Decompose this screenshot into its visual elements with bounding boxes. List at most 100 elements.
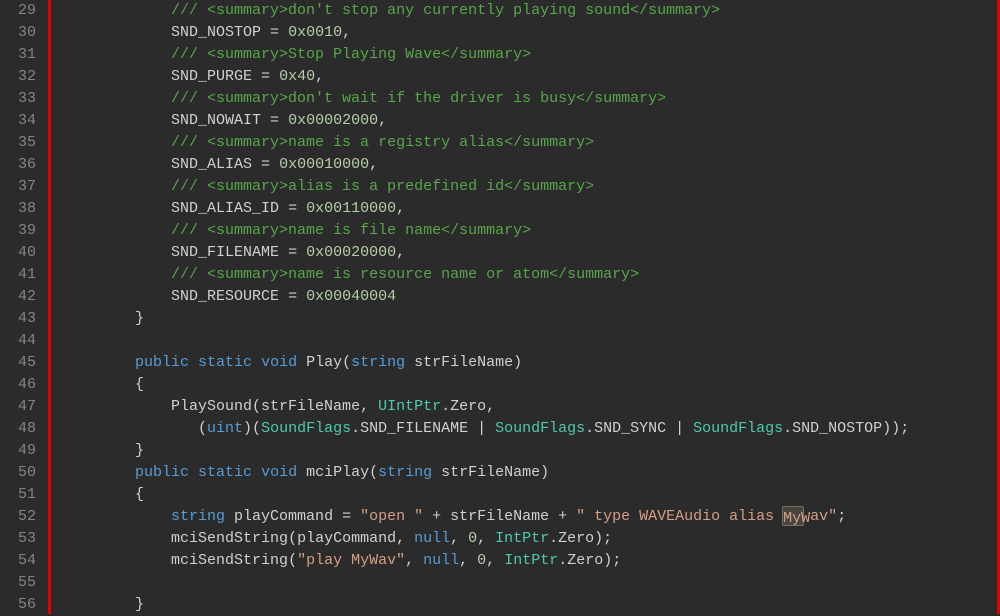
token-kw: public bbox=[135, 354, 189, 371]
code-line[interactable]: mciSendString(playCommand, null, 0, IntP… bbox=[51, 528, 997, 550]
line-number: 54 bbox=[6, 550, 36, 572]
code-line[interactable]: /// <summary>name is resource name or at… bbox=[51, 264, 997, 286]
code-line[interactable]: (uint)(SoundFlags.SND_FILENAME | SoundFl… bbox=[51, 418, 997, 440]
token-kw: static bbox=[198, 464, 252, 481]
token-cls: IntPtr bbox=[495, 530, 549, 547]
token-id: .Zero); bbox=[558, 552, 621, 569]
token-id bbox=[63, 266, 171, 283]
token-str: " type WAVEAudio alias bbox=[576, 508, 783, 525]
line-number: 38 bbox=[6, 198, 36, 220]
line-number: 34 bbox=[6, 110, 36, 132]
token-id: , bbox=[405, 552, 423, 569]
code-line[interactable]: SND_NOSTOP = 0x0010, bbox=[51, 22, 997, 44]
line-number: 31 bbox=[6, 44, 36, 66]
code-line[interactable]: PlaySound(strFileName, UIntPtr.Zero, bbox=[51, 396, 997, 418]
line-number: 47 bbox=[6, 396, 36, 418]
token-id: = bbox=[279, 288, 306, 305]
token-id bbox=[297, 464, 306, 481]
token-id: , bbox=[486, 552, 504, 569]
token-id: ( bbox=[63, 420, 207, 437]
token-id: , bbox=[315, 68, 324, 85]
token-cls: UIntPtr bbox=[378, 398, 441, 415]
code-line[interactable]: SND_ALIAS_ID = 0x00110000, bbox=[51, 198, 997, 220]
token-kw: void bbox=[261, 354, 297, 371]
token-id: SND_ALIAS bbox=[171, 156, 252, 173]
code-line[interactable]: mciSendString("play MyWav", null, 0, Int… bbox=[51, 550, 997, 572]
token-id bbox=[63, 112, 171, 129]
line-number: 48 bbox=[6, 418, 36, 440]
token-id bbox=[63, 398, 171, 415]
line-number: 39 bbox=[6, 220, 36, 242]
line-number: 36 bbox=[6, 154, 36, 176]
code-line[interactable]: SND_RESOURCE = 0x00040004 bbox=[51, 286, 997, 308]
token-num: 0x00010000 bbox=[279, 156, 369, 173]
token-id bbox=[189, 354, 198, 371]
line-number: 33 bbox=[6, 88, 36, 110]
token-id: = bbox=[279, 200, 306, 217]
code-line[interactable]: public static void mciPlay(string strFil… bbox=[51, 462, 997, 484]
token-id: } bbox=[63, 442, 144, 459]
token-id: } bbox=[63, 310, 144, 327]
token-id: .SND_NOSTOP)); bbox=[783, 420, 909, 437]
token-id: ( bbox=[342, 354, 351, 371]
line-number: 42 bbox=[6, 286, 36, 308]
code-line[interactable]: SND_ALIAS = 0x00010000, bbox=[51, 154, 997, 176]
token-id: , bbox=[342, 24, 351, 41]
token-str: "open " bbox=[360, 508, 423, 525]
token-id bbox=[297, 354, 306, 371]
token-fn: mciSendString bbox=[171, 530, 288, 547]
code-area[interactable]: /// <summary>don't stop any currently pl… bbox=[48, 0, 1000, 614]
code-line[interactable]: /// <summary>name is a registry alias</s… bbox=[51, 132, 997, 154]
code-line[interactable] bbox=[51, 572, 997, 594]
token-cls: IntPtr bbox=[504, 552, 558, 569]
code-line[interactable]: /// <summary>name is file name</summary> bbox=[51, 220, 997, 242]
token-id: = bbox=[279, 244, 306, 261]
token-id: { bbox=[63, 486, 144, 503]
token-id: = bbox=[261, 24, 288, 41]
token-id: = bbox=[252, 156, 279, 173]
token-id bbox=[63, 464, 135, 481]
code-line[interactable]: SND_FILENAME = 0x00020000, bbox=[51, 242, 997, 264]
token-id bbox=[63, 244, 171, 261]
token-id: ( bbox=[288, 552, 297, 569]
code-line[interactable]: string playCommand = "open " + strFileNa… bbox=[51, 506, 997, 528]
code-line[interactable]: } bbox=[51, 308, 997, 330]
code-line[interactable]: /// <summary>alias is a predefined id</s… bbox=[51, 176, 997, 198]
token-id: playCommand = bbox=[225, 508, 360, 525]
token-id bbox=[63, 552, 171, 569]
code-line[interactable]: SND_PURGE = 0x40, bbox=[51, 66, 997, 88]
code-line[interactable]: } bbox=[51, 440, 997, 462]
code-line[interactable] bbox=[51, 330, 997, 352]
token-kw: public bbox=[135, 464, 189, 481]
line-number: 43 bbox=[6, 308, 36, 330]
line-number: 35 bbox=[6, 132, 36, 154]
token-id: = bbox=[252, 68, 279, 85]
code-line[interactable]: SND_NOWAIT = 0x00002000, bbox=[51, 110, 997, 132]
token-num: 0x00110000 bbox=[306, 200, 396, 217]
text-cursor: MyW bbox=[783, 508, 810, 522]
token-kw: string bbox=[171, 508, 225, 525]
token-kw: string bbox=[351, 354, 405, 371]
code-line[interactable]: } bbox=[51, 594, 997, 616]
line-number-gutter: 2930313233343536373839404142434445464748… bbox=[0, 0, 48, 614]
line-number: 52 bbox=[6, 506, 36, 528]
token-id bbox=[63, 530, 171, 547]
token-id bbox=[63, 156, 171, 173]
code-line[interactable]: /// <summary>don't stop any currently pl… bbox=[51, 0, 997, 22]
token-num: 0x40 bbox=[279, 68, 315, 85]
code-line[interactable]: /// <summary>Stop Playing Wave</summary> bbox=[51, 44, 997, 66]
token-id: strFileName) bbox=[405, 354, 522, 371]
line-number: 40 bbox=[6, 242, 36, 264]
code-line[interactable]: { bbox=[51, 374, 997, 396]
code-line[interactable]: /// <summary>don't wait if the driver is… bbox=[51, 88, 997, 110]
token-id: .Zero); bbox=[549, 530, 612, 547]
line-number: 50 bbox=[6, 462, 36, 484]
code-editor[interactable]: 2930313233343536373839404142434445464748… bbox=[0, 0, 1000, 614]
token-id: , bbox=[450, 530, 468, 547]
code-line[interactable]: { bbox=[51, 484, 997, 506]
token-cls: SoundFlags bbox=[261, 420, 351, 437]
line-number: 55 bbox=[6, 572, 36, 594]
token-id bbox=[252, 464, 261, 481]
token-com: /// <summary>name is a registry alias</s… bbox=[171, 134, 594, 151]
code-line[interactable]: public static void Play(string strFileNa… bbox=[51, 352, 997, 374]
